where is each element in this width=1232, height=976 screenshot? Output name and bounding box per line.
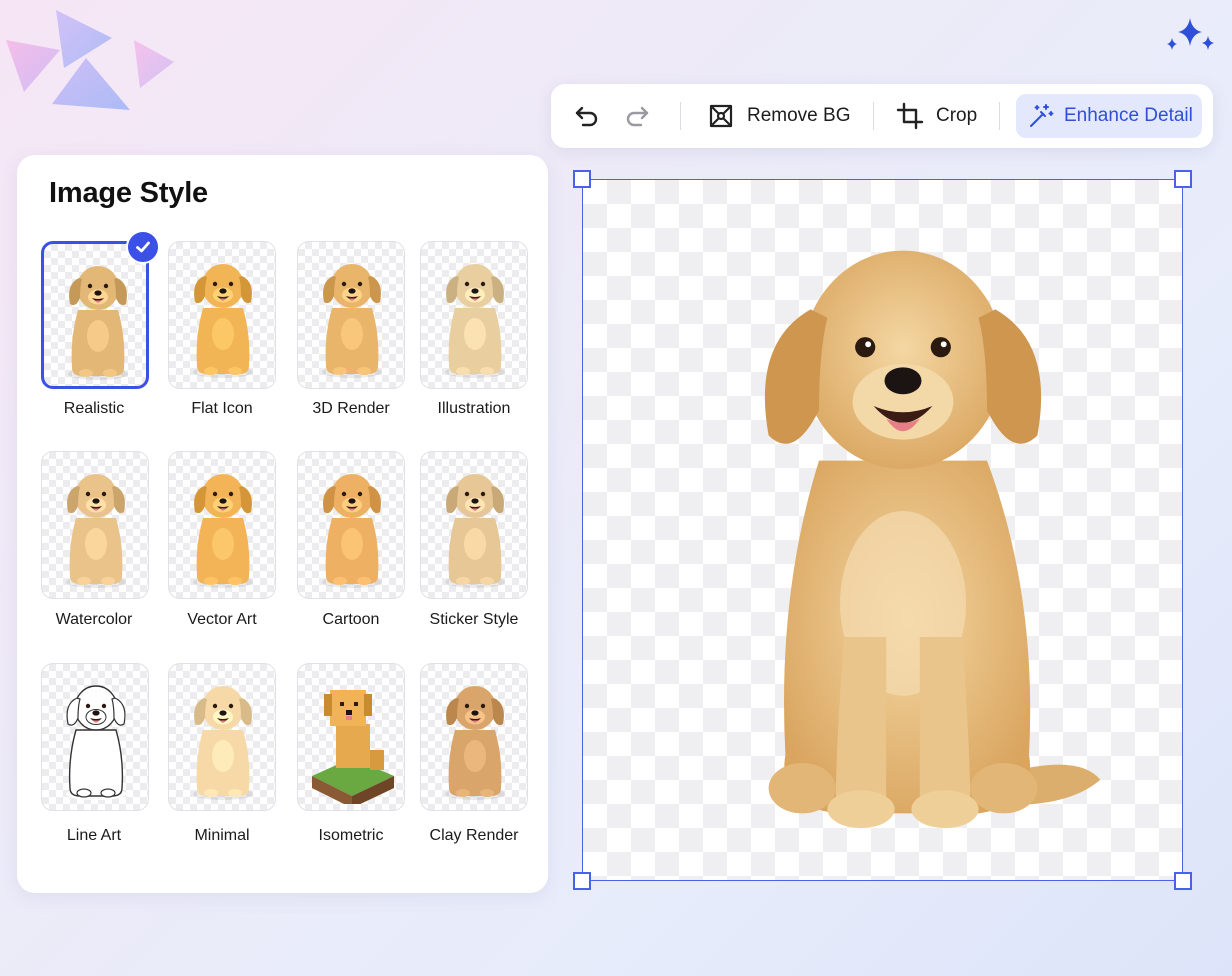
- style-option-flat-icon[interactable]: [168, 241, 276, 389]
- crop-handle-bottom-right[interactable]: [1174, 872, 1192, 890]
- style-option-minimal[interactable]: [168, 663, 276, 811]
- style-preview-image: [445, 686, 505, 800]
- style-preview-image: [322, 474, 382, 588]
- style-preview-image: [66, 685, 126, 800]
- style-option-label: Realistic: [63, 400, 125, 417]
- style-option-3d-render[interactable]: [297, 241, 405, 389]
- toolbar-divider: [999, 102, 1000, 130]
- style-preview-image: [66, 474, 126, 588]
- style-preview-image: [445, 474, 505, 588]
- style-preview-image: [322, 264, 382, 378]
- style-option-label: Cartoon: [322, 611, 380, 628]
- style-option-label: Flat Icon: [191, 400, 253, 417]
- toolbar-divider: [873, 102, 874, 130]
- crop-button[interactable]: Crop: [896, 84, 977, 148]
- style-preview-image: [445, 264, 505, 378]
- toolbar-divider: [680, 102, 681, 130]
- remove-bg-button[interactable]: Remove BG: [707, 84, 850, 148]
- style-option-label: 3D Render: [312, 400, 390, 417]
- style-option-clay-render[interactable]: [420, 663, 528, 811]
- selected-check-icon: [126, 230, 160, 264]
- remove-bg-label: Remove BG: [747, 105, 851, 126]
- crop-label: Crop: [936, 105, 978, 126]
- style-option-label: Vector Art: [187, 611, 257, 628]
- crop-handle-top-right[interactable]: [1174, 170, 1192, 188]
- style-preview-image: [312, 690, 394, 804]
- style-option-isometric[interactable]: [297, 663, 405, 811]
- style-preview-image: [193, 686, 253, 800]
- editor-toolbar: Remove BG Crop Enhance Detail: [551, 84, 1213, 148]
- style-option-label: Line Art: [66, 827, 122, 844]
- style-option-label: Illustration: [437, 400, 511, 417]
- style-preview-image: [68, 266, 128, 380]
- golden-retriever-puppy-image: [764, 250, 1101, 829]
- redo-icon: [626, 106, 649, 127]
- style-option-line-art[interactable]: [41, 663, 149, 811]
- crop-handle-bottom-left[interactable]: [573, 872, 591, 890]
- style-option-label: Clay Render: [429, 827, 519, 844]
- image-style-panel: Image Style Realistic Flat Icon 3D Rende…: [17, 155, 548, 893]
- redo-button[interactable]: [623, 84, 651, 148]
- crop-handle-top-left[interactable]: [573, 170, 591, 188]
- style-option-watercolor[interactable]: [41, 451, 149, 599]
- style-option-sticker-style[interactable]: [420, 451, 528, 599]
- style-option-label: Watercolor: [55, 611, 133, 628]
- app-logo: [6, 10, 174, 110]
- undo-button[interactable]: [573, 84, 601, 148]
- style-option-realistic[interactable]: [41, 230, 160, 389]
- style-grid: Realistic Flat Icon 3D Render Illustrati…: [17, 155, 548, 893]
- sparkle-icon: [1167, 18, 1214, 50]
- undo-icon: [575, 106, 598, 127]
- enhance-detail-button[interactable]: Enhance Detail: [1016, 94, 1202, 138]
- style-preview-image: [193, 264, 253, 378]
- style-option-label: Sticker Style: [429, 611, 519, 628]
- style-option-cartoon[interactable]: [297, 451, 405, 599]
- image-canvas[interactable]: [573, 170, 1192, 890]
- style-option-label: Minimal: [194, 827, 250, 844]
- style-preview-image: [193, 474, 253, 588]
- crop-icon: [896, 102, 924, 130]
- style-option-label: Isometric: [318, 827, 384, 844]
- remove-bg-icon: [709, 104, 733, 128]
- style-option-illustration[interactable]: [420, 241, 528, 389]
- magic-wand-icon: [1030, 104, 1054, 127]
- style-option-vector-art[interactable]: [168, 451, 276, 599]
- enhance-detail-label: Enhance Detail: [1064, 105, 1193, 126]
